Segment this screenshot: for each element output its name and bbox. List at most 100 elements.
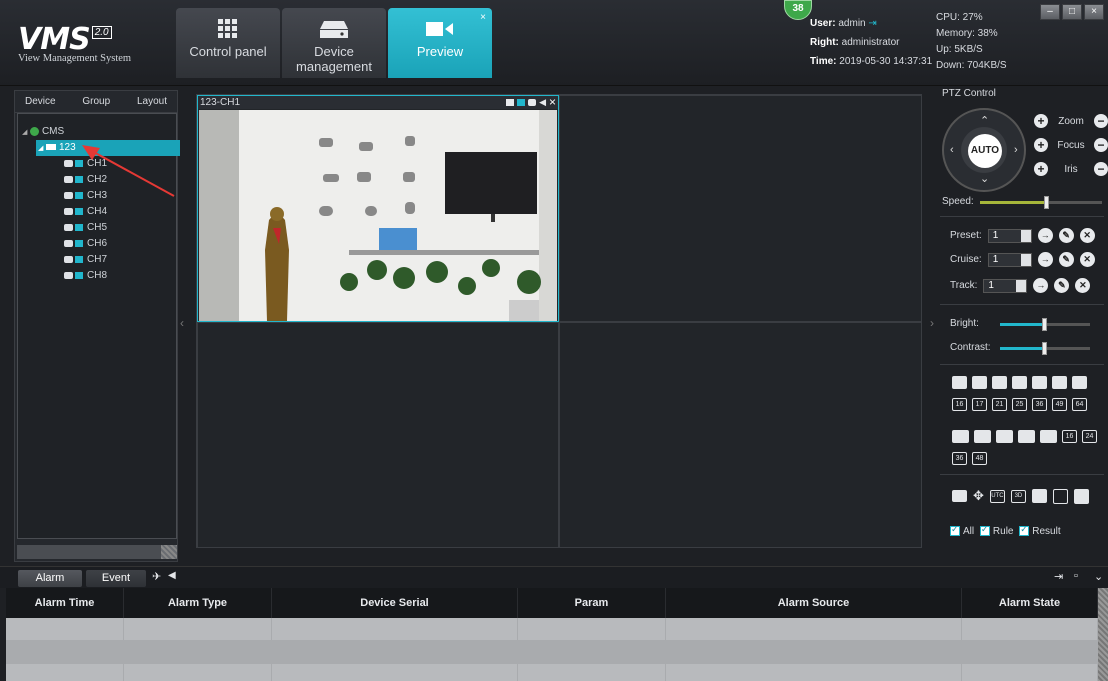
close-icon[interactable]: × <box>549 96 556 109</box>
camera-icon[interactable] <box>952 490 967 502</box>
zoom-in-button[interactable]: + <box>1034 114 1048 128</box>
rule-checkbox[interactable] <box>979 524 990 537</box>
layout-9-button[interactable] <box>1032 376 1047 389</box>
video-cell-3[interactable] <box>197 322 559 548</box>
tab-group[interactable]: Group <box>82 96 110 107</box>
bright-slider[interactable] <box>1000 318 1090 331</box>
video-cell-2[interactable] <box>559 95 922 322</box>
contrast-slider[interactable] <box>1000 342 1090 355</box>
layout-wide-3-button[interactable] <box>996 430 1013 443</box>
preset-edit-button[interactable]: ✎ <box>1058 228 1074 243</box>
preset-go-button[interactable]: → <box>1037 228 1053 243</box>
clear-alarms-icon[interactable]: ✈ <box>152 570 161 583</box>
video-cell-4[interactable] <box>559 322 922 548</box>
layout-wide-2-button[interactable] <box>974 430 991 443</box>
layout-36-button[interactable]: 36 <box>1032 398 1047 411</box>
layout-16-button[interactable] <box>1072 376 1087 389</box>
ptz-right-icon[interactable]: › <box>1014 144 1018 156</box>
preset-select[interactable]: 1 <box>987 228 1032 243</box>
ptz-up-icon[interactable]: ⌃ <box>980 114 989 127</box>
scrollbar-grip[interactable] <box>161 545 177 559</box>
minimize-button[interactable]: – <box>1040 4 1060 20</box>
layout-25-button[interactable]: 25 <box>1012 398 1027 411</box>
tree-node-channel[interactable]: CH7 <box>18 252 176 268</box>
layout-49-button[interactable]: 49 <box>1052 398 1067 411</box>
zoom-out-button[interactable]: − <box>1094 114 1108 128</box>
layout-wide-5-button[interactable] <box>1040 430 1057 443</box>
tree-node-channel[interactable]: CH6 <box>18 236 176 252</box>
tab-device-management[interactable]: Device management <box>282 8 386 78</box>
close-window-button[interactable]: × <box>1084 4 1104 20</box>
tab-device[interactable]: Device <box>25 96 56 107</box>
tab-alarm[interactable]: Alarm <box>18 570 82 587</box>
tab-preview-close-icon[interactable]: × <box>480 10 486 25</box>
ptz-auto-button[interactable]: AUTO <box>968 134 1002 168</box>
contrast-slider-knob[interactable] <box>1042 342 1047 355</box>
cruise-edit-button[interactable]: ✎ <box>1058 252 1074 267</box>
pin-icon[interactable]: ⇥ <box>1054 570 1063 583</box>
all-checkbox[interactable] <box>950 524 960 537</box>
focus-in-button[interactable]: + <box>1034 138 1048 152</box>
person-track-icon[interactable] <box>1052 488 1068 504</box>
layout-17-button[interactable]: 17 <box>972 398 987 411</box>
tree-node-channel[interactable]: CH5 <box>18 220 176 236</box>
layout-64-button[interactable]: 64 <box>1072 398 1087 411</box>
layout-6-button[interactable] <box>992 376 1007 389</box>
cruise-go-button[interactable]: → <box>1037 252 1053 267</box>
layout-4-button[interactable] <box>972 376 987 389</box>
notification-badge[interactable]: 38 <box>784 0 812 20</box>
alarm-off-icon[interactable] <box>1031 489 1047 503</box>
column-header[interactable]: Param <box>518 588 666 618</box>
cruise-select[interactable]: 1 <box>987 252 1032 267</box>
layout-wide-4-button[interactable] <box>1018 430 1035 443</box>
layout-16-button[interactable]: 16 <box>1062 430 1077 443</box>
tree-node-cms[interactable]: ◢ CMS <box>18 124 176 140</box>
table-row[interactable] <box>6 618 1098 641</box>
track-edit-button[interactable]: ✎ <box>1054 278 1070 293</box>
preset-delete-button[interactable]: ✕ <box>1079 228 1095 243</box>
maximize-panel-icon[interactable]: ▫ <box>1074 570 1078 582</box>
logout-icon[interactable]: ⇥ <box>868 18 876 29</box>
focus-out-button[interactable]: − <box>1093 138 1108 152</box>
track-delete-button[interactable]: ✕ <box>1075 278 1091 293</box>
person-detect-icon[interactable] <box>1073 488 1089 504</box>
column-header[interactable]: Alarm Time <box>6 588 124 618</box>
tab-control-panel[interactable]: Control panel <box>176 8 280 78</box>
layout-13-button[interactable] <box>1052 376 1067 389</box>
layout-24-button[interactable]: 24 <box>1082 430 1097 443</box>
ptz-direction-wheel[interactable]: ⌃ ⌄ ‹ › AUTO <box>942 108 1026 192</box>
record-icon[interactable] <box>506 99 515 106</box>
bright-slider-knob[interactable] <box>1042 318 1047 331</box>
tree-node-channel[interactable]: CH8 <box>18 268 176 284</box>
layout-48-button[interactable]: 48 <box>972 452 987 465</box>
ptz-left-icon[interactable]: ‹ <box>950 144 954 156</box>
iris-close-button[interactable]: − <box>1094 162 1108 176</box>
speed-slider-knob[interactable] <box>1044 196 1050 209</box>
alarm-table-scrollbar[interactable] <box>1098 588 1108 681</box>
tab-preview[interactable]: × Preview <box>388 8 492 78</box>
ptz-down-icon[interactable]: ⌄ <box>980 172 989 185</box>
track-go-button[interactable]: → <box>1033 278 1049 293</box>
column-header[interactable]: Alarm State <box>962 588 1098 618</box>
layout-1-button[interactable] <box>952 376 967 389</box>
video-cell-1[interactable]: 123-CH1 ◀ × <box>197 95 559 322</box>
track-select[interactable]: 1 <box>983 278 1028 293</box>
tab-layout[interactable]: Layout <box>137 96 167 107</box>
audio-icon[interactable]: ◀ <box>539 96 546 109</box>
utc-icon[interactable]: UTC <box>989 489 1005 503</box>
table-row[interactable] <box>6 664 1098 681</box>
table-row[interactable] <box>6 641 1098 664</box>
collapse-panel-icon[interactable]: ⌄ <box>1094 570 1103 583</box>
column-header[interactable]: Alarm Source <box>666 588 962 618</box>
speed-slider[interactable] <box>980 196 1102 209</box>
iris-open-button[interactable]: + <box>1034 162 1048 176</box>
collapse-right-icon[interactable]: › <box>930 316 934 330</box>
layout-16-button[interactable]: 16 <box>952 398 967 411</box>
tree-horizontal-scrollbar[interactable] <box>17 545 177 559</box>
collapse-left-icon[interactable]: ‹ <box>180 316 184 330</box>
tab-event[interactable]: Event <box>86 570 146 587</box>
ptz-move-icon[interactable]: ✥ <box>973 488 984 504</box>
layout-wide-1-button[interactable] <box>952 430 969 443</box>
layout-36-button[interactable]: 36 <box>952 452 967 465</box>
tree-node-channel[interactable]: CH4 <box>18 204 176 220</box>
